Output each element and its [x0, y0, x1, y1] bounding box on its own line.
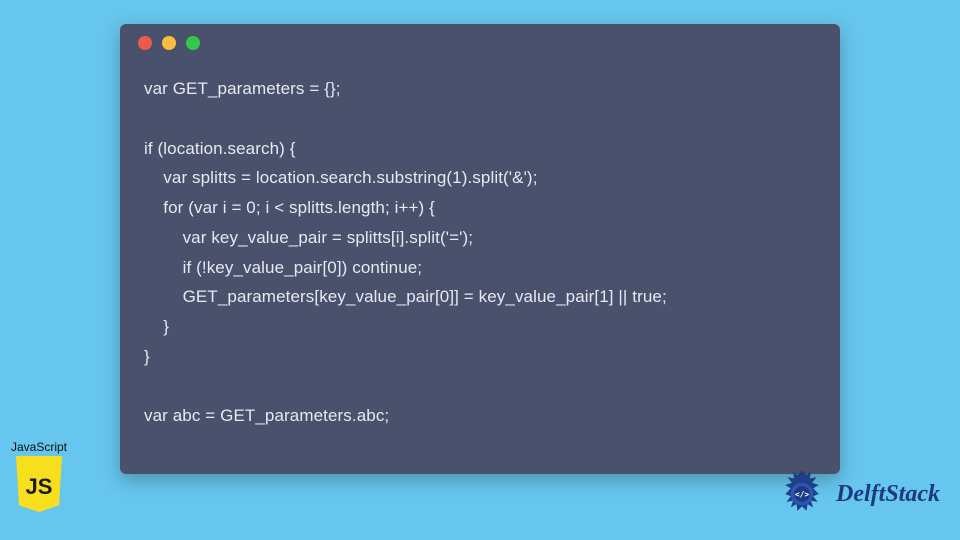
code-body: var GET_parameters = {}; if (location.se… — [120, 62, 840, 449]
window-titlebar — [120, 24, 840, 62]
delftstack-brand: </> DelftStack — [774, 466, 940, 522]
javascript-shield-text: JS — [26, 474, 53, 500]
javascript-shield-icon: JS — [14, 456, 64, 512]
delftstack-logo-icon: </> — [774, 466, 830, 522]
javascript-badge: JavaScript JS — [6, 440, 72, 512]
svg-text:</>: </> — [795, 490, 809, 499]
code-window: var GET_parameters = {}; if (location.se… — [120, 24, 840, 474]
window-minimize-dot[interactable] — [162, 36, 176, 50]
javascript-label: JavaScript — [6, 440, 72, 454]
window-zoom-dot[interactable] — [186, 36, 200, 50]
delftstack-brand-text: DelftStack — [836, 481, 940, 508]
window-close-dot[interactable] — [138, 36, 152, 50]
